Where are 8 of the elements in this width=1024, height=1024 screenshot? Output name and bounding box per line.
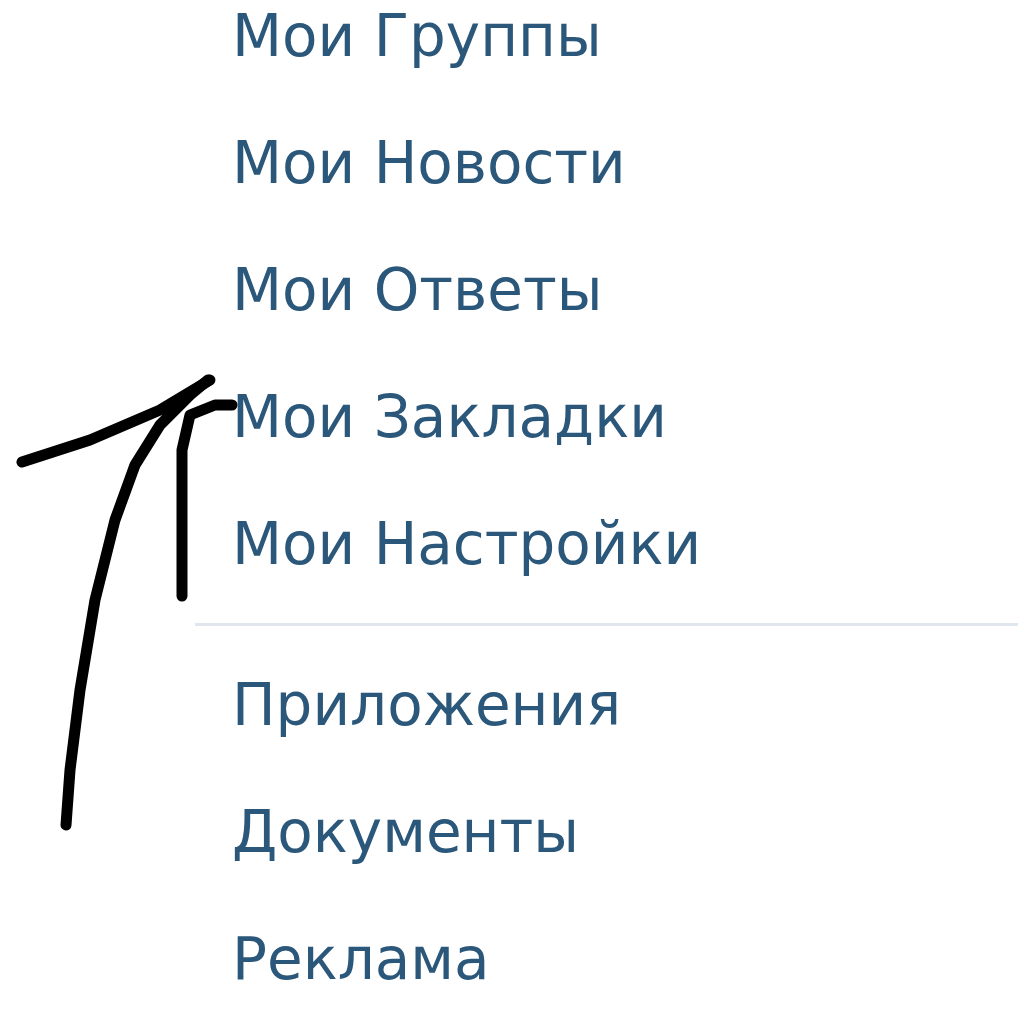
menu-item[interactable]: Документы <box>0 768 1024 895</box>
menu-item[interactable]: Приложения <box>0 641 1024 768</box>
menu-item[interactable]: Мои Группы <box>0 0 1024 99</box>
menu-item[interactable]: Мои Настройки <box>0 480 1024 607</box>
menu-item[interactable]: Мои Закладки <box>0 353 1024 480</box>
menu-item[interactable]: Мои Ответы <box>0 226 1024 353</box>
menu-item[interactable]: Мои Новости <box>0 99 1024 226</box>
menu-item[interactable]: Реклама <box>0 895 1024 1022</box>
